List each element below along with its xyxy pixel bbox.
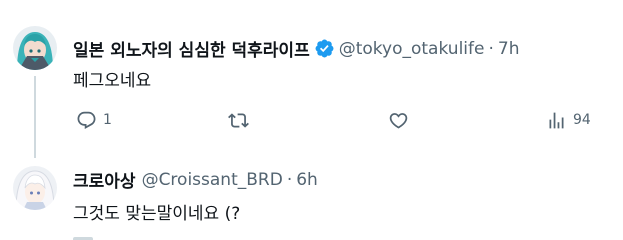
avatar-white-haired-character-image (13, 166, 57, 210)
reply-button[interactable]: 1 (76, 107, 112, 133)
separator-dot: · (286, 169, 293, 190)
timestamp[interactable]: 6h (296, 170, 318, 190)
tweet-text: 그것도 맞는말이네요 (? (73, 204, 241, 224)
heart-icon (388, 110, 409, 131)
tweet[interactable]: 일본 외노자의 심심한 덕후라이프 @tokyo_otakulife · 7h … (0, 0, 623, 160)
separator-dot: · (488, 38, 494, 59)
user-handle[interactable]: @tokyo_otakulife (339, 39, 485, 59)
reply-count: 1 (103, 112, 112, 128)
reply-icon (76, 110, 97, 131)
display-name[interactable]: 일본 외노자의 심심한 덕후라이프 (73, 36, 310, 61)
retweet-icon (228, 110, 249, 131)
timestamp[interactable]: 7h (498, 39, 520, 59)
views-count: 94 (573, 112, 591, 128)
tweet-actions: 1 94 (0, 107, 623, 133)
tweet-header: 일본 외노자의 심심한 덕후라이프 @tokyo_otakulife · 7h (73, 36, 520, 62)
display-name[interactable]: 크로아상 (73, 167, 136, 192)
tweet[interactable]: 크로아상 @Croissant_BRD · 6h 그것도 맞는말이네요 (? (0, 160, 623, 240)
like-button[interactable] (388, 107, 415, 133)
tweet-header: 크로아상 @Croissant_BRD · 6h (73, 167, 318, 193)
avatar[interactable] (13, 166, 57, 210)
views-icon (546, 110, 567, 131)
avatar-teal-haired-character-image (13, 26, 57, 70)
retweet-button[interactable] (228, 107, 255, 133)
user-handle[interactable]: @Croissant_BRD (142, 170, 283, 190)
views-button[interactable]: 94 (546, 107, 591, 133)
verified-badge-icon (314, 38, 335, 59)
avatar[interactable] (13, 26, 57, 70)
tweet-text: 페그오네요 (73, 71, 152, 91)
